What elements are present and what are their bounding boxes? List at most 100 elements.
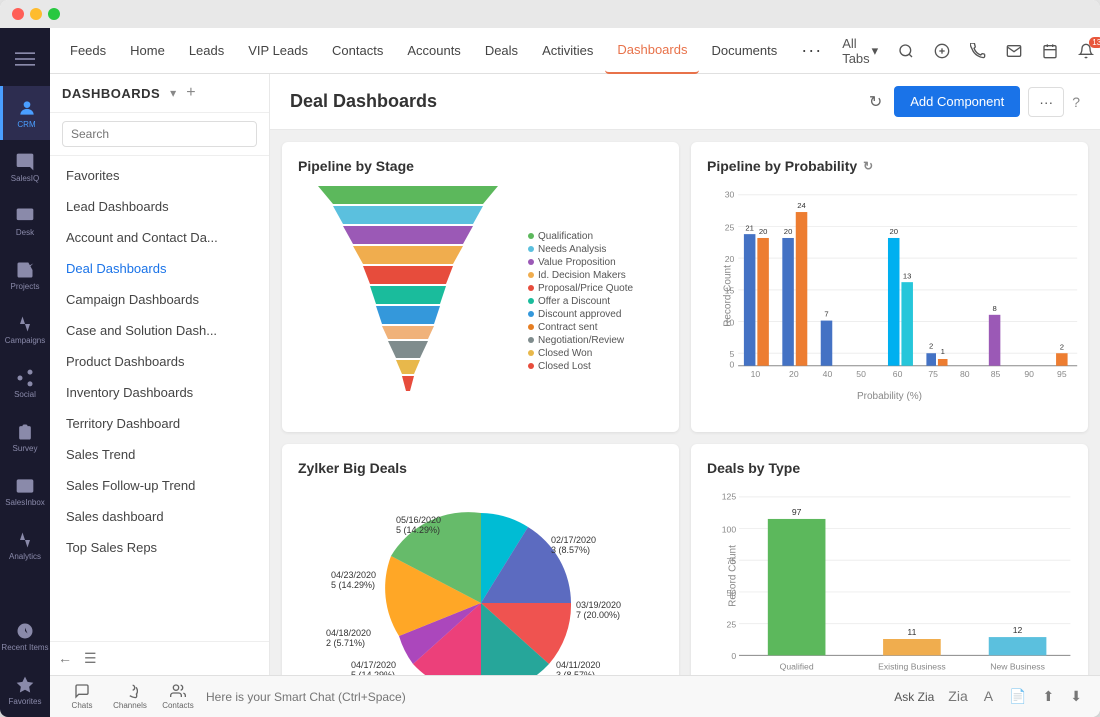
svg-text:24: 24 (797, 201, 806, 210)
menu-territory-dashboard[interactable]: Territory Dashboard (50, 408, 269, 439)
sidebar-item-survey[interactable]: Survey (0, 410, 50, 464)
sidebar-item-favorites[interactable]: Favorites (0, 663, 50, 717)
contacts-icon[interactable]: Contacts (158, 676, 198, 717)
topnav-right: All Tabs ▾ (834, 32, 1100, 70)
maximize-button[interactable] (48, 8, 60, 20)
menu-case-solution[interactable]: Case and Solution Dash... (50, 315, 269, 346)
close-button[interactable] (12, 8, 24, 20)
right-content: Deal Dashboards ↻ Add Component ··· ? (270, 74, 1100, 675)
left-panel-menu: Favorites Lead Dashboards Account and Co… (50, 156, 269, 641)
sidebar-item-campaigns[interactable]: Campaigns (0, 302, 50, 356)
nav-vip-leads[interactable]: VIP Leads (236, 28, 320, 74)
prob-refresh-icon[interactable]: ↻ (863, 159, 873, 173)
sidebar-item-desk[interactable]: Desk (0, 194, 50, 248)
notification-button[interactable]: 13 (1070, 39, 1100, 63)
nav-leads[interactable]: Leads (177, 28, 236, 74)
panel-dropdown-icon[interactable]: ▾ (170, 86, 176, 100)
prob-x-axis-title: Probability (%) (707, 391, 1072, 402)
bottom-icon-3[interactable]: 📄 (1003, 684, 1032, 709)
add-component-button[interactable]: Add Component (894, 86, 1020, 117)
deals-type-title: Deals by Type (707, 460, 1072, 476)
svg-text:60: 60 (893, 369, 903, 379)
smart-chat-input[interactable] (206, 690, 886, 704)
svg-text:40: 40 (823, 369, 833, 379)
hamburger-menu[interactable] (0, 32, 50, 86)
menu-sales-dashboard[interactable]: Sales dashboard (50, 501, 269, 532)
add-button[interactable] (926, 39, 958, 63)
legend-offer-discount: Offer a Discount (528, 296, 633, 307)
nav-deals[interactable]: Deals (473, 28, 530, 74)
svg-text:25: 25 (727, 619, 737, 629)
menu-inventory-dashboards[interactable]: Inventory Dashboards (50, 377, 269, 408)
calendar-button[interactable] (1034, 39, 1066, 63)
menu-deal-dashboards[interactable]: Deal Dashboards (50, 253, 269, 284)
bottom-icon-1[interactable]: Zia (942, 684, 973, 709)
nav-dashboards[interactable]: Dashboards (605, 28, 699, 74)
bottom-icon-4[interactable]: ⬆ (1037, 684, 1061, 709)
mail-button[interactable] (998, 39, 1030, 63)
funnel-chart: Qualification Needs Analysis Value Propo… (298, 186, 663, 416)
nav-feeds[interactable]: Feeds (58, 28, 118, 74)
bottom-icon-2[interactable]: A (978, 684, 999, 709)
legend-proposal-price: Proposal/Price Quote (528, 283, 633, 294)
menu-account-contact[interactable]: Account and Contact Da... (50, 222, 269, 253)
svg-text:95: 95 (1057, 369, 1067, 379)
pipeline-by-stage-card: Pipeline by Stage (282, 142, 679, 432)
search-button[interactable] (890, 39, 922, 63)
nav-activities[interactable]: Activities (530, 28, 605, 74)
all-tabs-dropdown[interactable]: All Tabs ▾ (834, 32, 886, 70)
svg-text:2: 2 (929, 341, 933, 350)
svg-text:85: 85 (991, 369, 1001, 379)
left-panel-title: DASHBOARDS (62, 86, 160, 101)
nav-documents[interactable]: Documents (699, 28, 789, 74)
svg-text:3 (8.57%): 3 (8.57%) (556, 670, 595, 675)
help-button[interactable]: ? (1072, 94, 1080, 110)
menu-top-sales-reps[interactable]: Top Sales Reps (50, 532, 269, 563)
chats-icon[interactable]: Chats (62, 676, 102, 717)
nav-accounts[interactable]: Accounts (395, 28, 472, 74)
ask-zia-label: Ask Zia (894, 690, 934, 704)
svg-text:04/17/2020: 04/17/2020 (351, 660, 396, 670)
sidebar-item-projects[interactable]: Projects (0, 248, 50, 302)
svg-text:13: 13 (903, 271, 912, 280)
more-options-button[interactable]: ··· (1028, 87, 1064, 117)
menu-product-dashboards[interactable]: Product Dashboards (50, 346, 269, 377)
sidebar-item-analytics[interactable]: Analytics (0, 518, 50, 572)
nav-contacts[interactable]: Contacts (320, 28, 395, 74)
menu-lead-dashboards[interactable]: Lead Dashboards (50, 191, 269, 222)
main-body: DASHBOARDS ▾ + Favorites Lead Dashboards… (50, 74, 1100, 675)
minimize-button[interactable] (30, 8, 42, 20)
menu-sales-trend[interactable]: Sales Trend (50, 439, 269, 470)
nav-home[interactable]: Home (118, 28, 177, 74)
pie-chart-container: 02/17/2020 3 (8.57%) 03/19/2020 7 (20.00… (298, 488, 663, 675)
channels-icon[interactable]: Channels (110, 676, 150, 717)
svg-text:5 (14.29%): 5 (14.29%) (331, 580, 375, 590)
left-bottom-icons: ← ☰ (50, 641, 269, 675)
left-bottom-icon-1[interactable]: ← (58, 650, 72, 667)
svg-text:20: 20 (725, 254, 735, 264)
refresh-button[interactable]: ↻ (865, 88, 886, 116)
sidebar-item-social[interactable]: Social (0, 356, 50, 410)
menu-favorites[interactable]: Favorites (50, 160, 269, 191)
svg-text:0: 0 (731, 651, 736, 661)
bottom-icon-5[interactable]: ⬇ (1064, 684, 1088, 709)
svg-text:20: 20 (889, 227, 898, 236)
svg-text:20: 20 (759, 227, 768, 236)
svg-text:50: 50 (856, 369, 866, 379)
menu-sales-followup[interactable]: Sales Follow-up Trend (50, 470, 269, 501)
phone-button[interactable] (962, 39, 994, 63)
svg-text:30: 30 (725, 190, 735, 200)
sidebar-item-salesinbox[interactable]: SalesInbox (0, 464, 50, 518)
icon-sidebar: CRM SalesIQ Desk Projects Campaigns Soci… (0, 28, 50, 717)
panel-add-icon[interactable]: + (186, 84, 195, 102)
zylker-big-deals-card: Zylker Big Deals (282, 444, 679, 675)
prob-chart-svg: 30 25 20 15 10 5 0 (717, 186, 1082, 386)
sidebar-item-salesiq[interactable]: SalesIQ (0, 140, 50, 194)
sidebar-item-recent[interactable]: Recent Items (0, 609, 50, 663)
sidebar-item-crm[interactable]: CRM (0, 86, 50, 140)
nav-more-dots[interactable]: ··· (789, 28, 834, 74)
dashboard-grid: Pipeline by Stage (270, 130, 1100, 675)
search-input[interactable] (62, 121, 257, 147)
left-bottom-icon-2[interactable]: ☰ (84, 650, 97, 667)
menu-campaign-dashboards[interactable]: Campaign Dashboards (50, 284, 269, 315)
